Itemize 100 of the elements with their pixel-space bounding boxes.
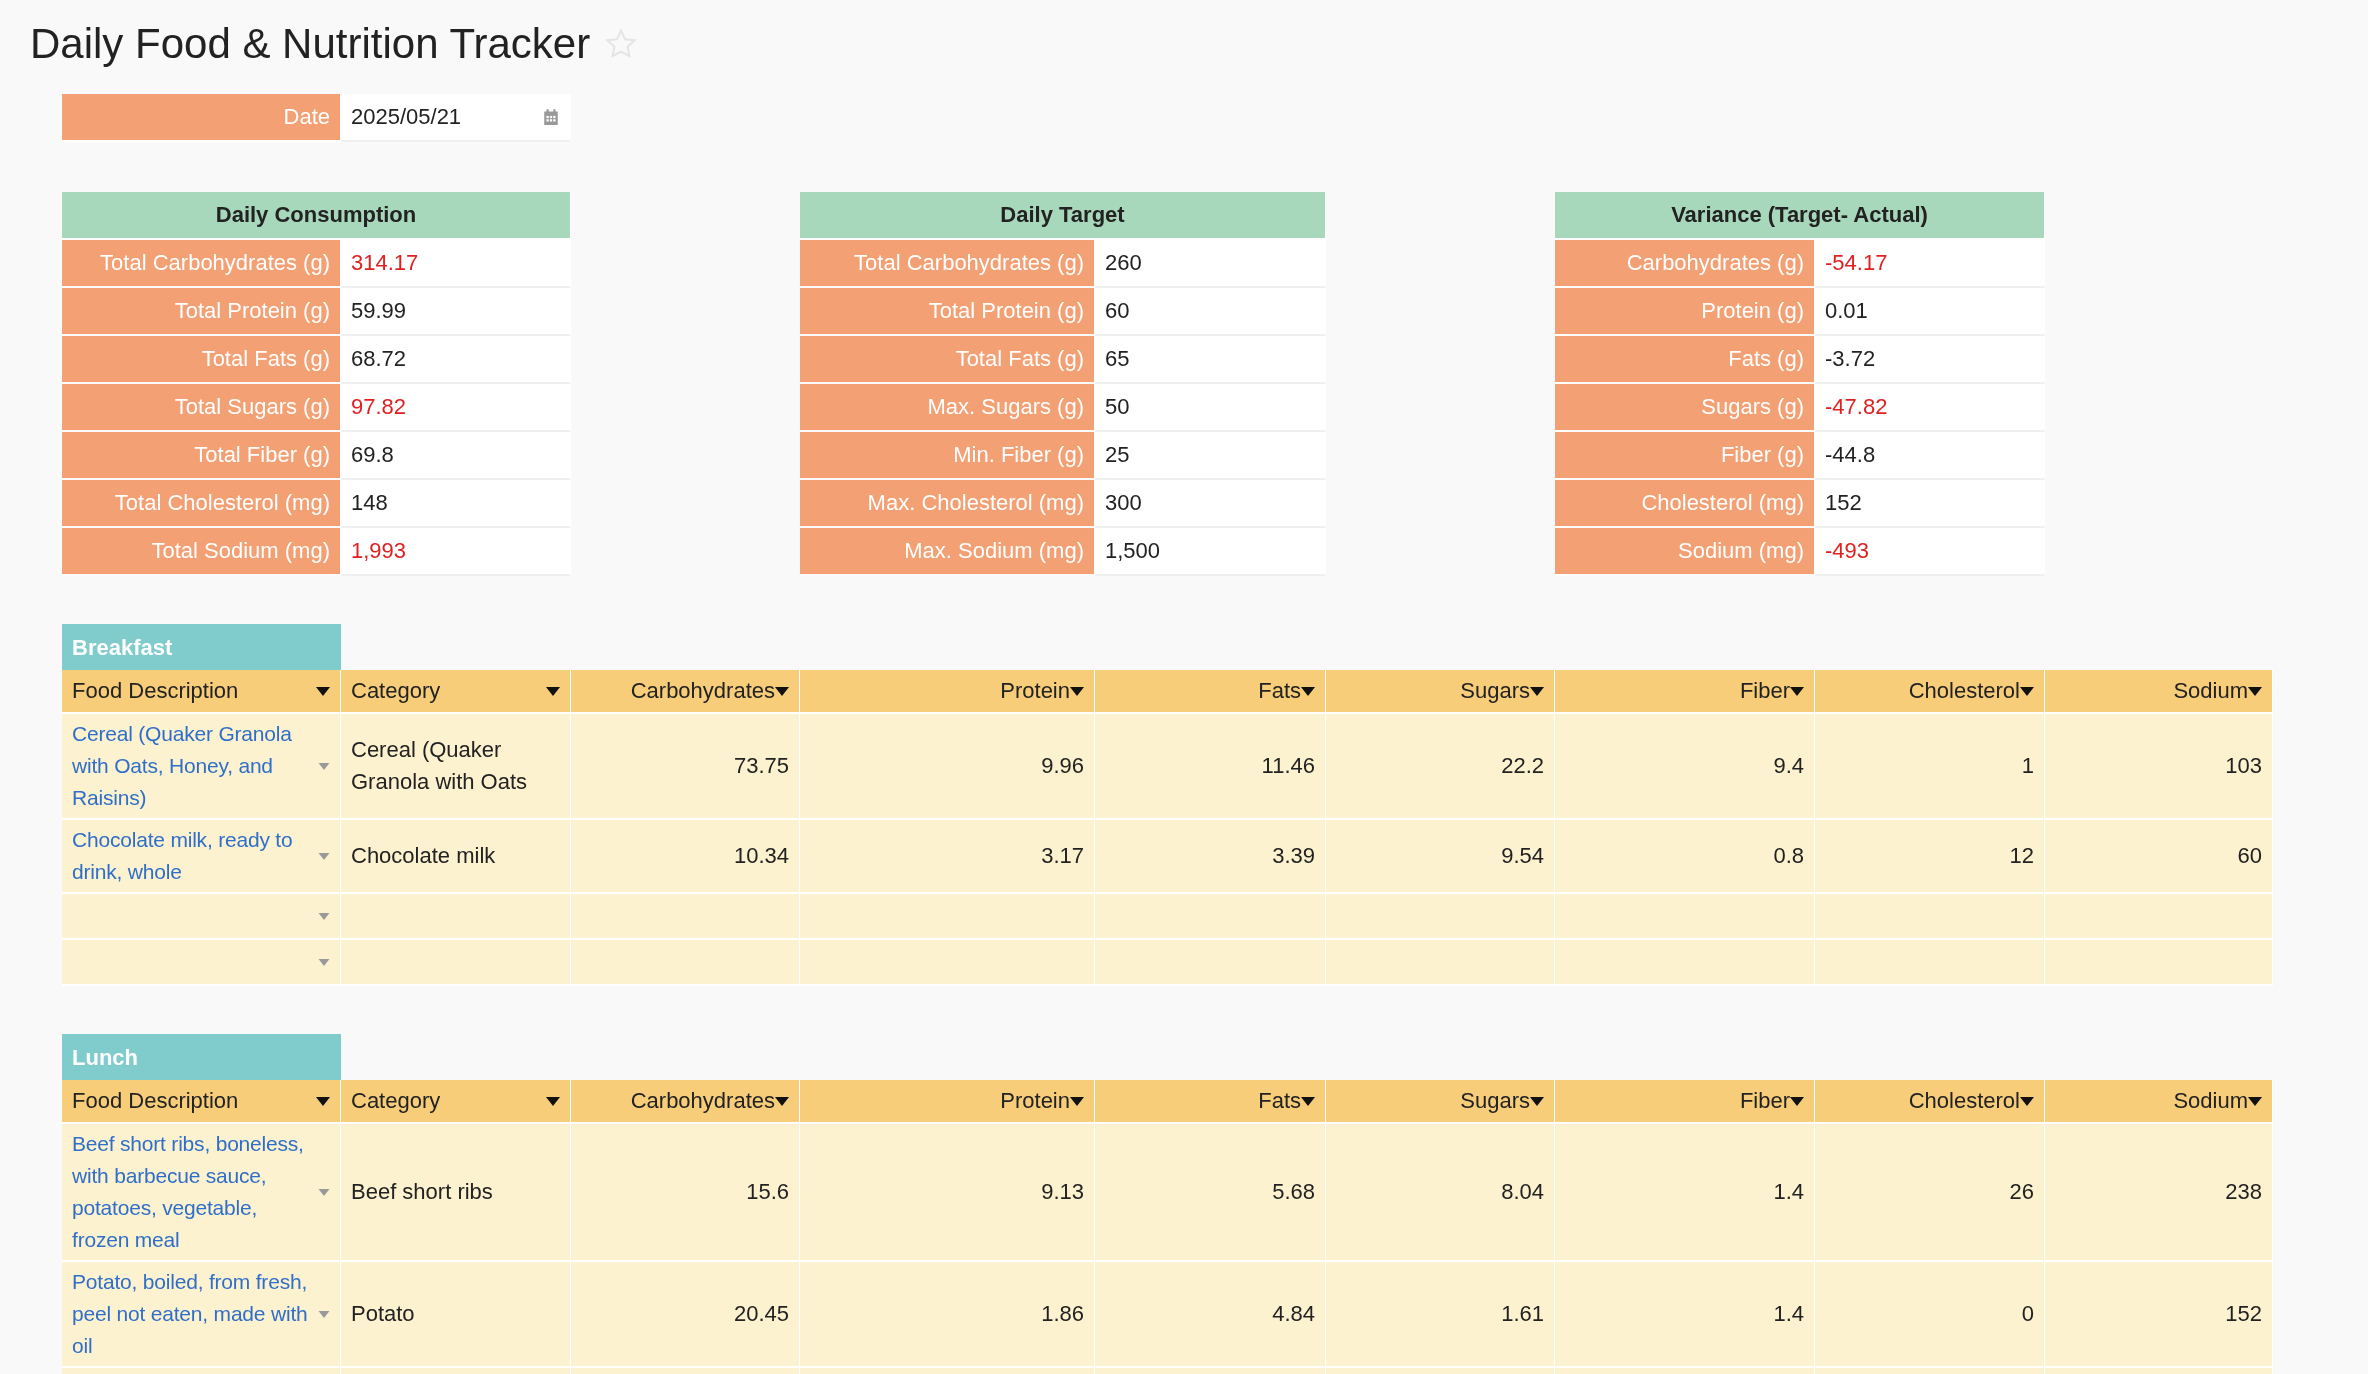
table-header: Daily Target [800, 192, 1326, 240]
table-cell: 9.96 [800, 714, 1095, 820]
value-cell: 1,500 [1095, 528, 1326, 576]
caret-icon [318, 912, 330, 920]
table-cell: Beef short ribs [341, 1124, 571, 1262]
caret-icon [1790, 1096, 1804, 1106]
row-label: Max. Cholesterol (mg) [800, 480, 1095, 528]
caret-icon [2248, 1096, 2262, 1106]
value-cell: 260 [1095, 240, 1326, 288]
caret-icon [318, 852, 330, 860]
column-header[interactable]: Food Description [62, 670, 341, 714]
table-cell: 3.17 [800, 820, 1095, 894]
value-cell: -47.82 [1815, 384, 2045, 432]
value-cell: -54.17 [1815, 240, 2045, 288]
caret-icon [1070, 686, 1084, 696]
row-label: Total Cholesterol (mg) [62, 480, 341, 528]
column-header[interactable]: Carbohydrates [571, 670, 800, 714]
dropdown-cell[interactable]: Chocolate milk, ready to drink, whole [62, 820, 341, 894]
table-cell: 4.84 [1095, 1262, 1326, 1368]
caret-icon [316, 1096, 330, 1106]
row-label: Total Sodium (mg) [62, 528, 341, 576]
column-header[interactable]: Category [341, 1080, 571, 1124]
column-header[interactable]: Fiber [1555, 1080, 1815, 1124]
caret-icon [1301, 1096, 1315, 1106]
table-cell: 11.46 [1095, 714, 1326, 820]
row-label: Total Carbohydrates (g) [800, 240, 1095, 288]
row-label: Total Fiber (g) [62, 432, 341, 480]
dropdown-cell[interactable]: Cereal (Quaker Granola with Oats, Honey, and Raisins) [62, 714, 341, 820]
row-label: Max. Sugars (g) [800, 384, 1095, 432]
row-label: Min. Fiber (g) [800, 432, 1095, 480]
column-header[interactable]: Cholesterol [1815, 1080, 2045, 1124]
caret-icon [2020, 686, 2034, 696]
table-cell: 1.4 [1555, 1124, 1815, 1262]
caret-icon [1530, 1096, 1544, 1106]
value-cell: 300 [1095, 480, 1326, 528]
table-cell: 26 [1815, 1124, 2045, 1262]
value-cell: 152 [1815, 480, 2045, 528]
row-label: Total Fats (g) [800, 336, 1095, 384]
value-cell: 314.17 [341, 240, 571, 288]
column-header[interactable]: Sugars [1326, 670, 1555, 714]
table-cell: 1 [1815, 714, 2045, 820]
dropdown-cell[interactable] [62, 940, 341, 986]
column-header[interactable]: Fats [1095, 670, 1326, 714]
value-cell: 148 [341, 480, 571, 528]
caret-icon [318, 762, 330, 770]
dropdown-cell[interactable]: Beef short ribs, boneless, with barbecue sauce, potatoes, vegetable, frozen meal [62, 1124, 341, 1262]
dropdown-cell[interactable] [62, 894, 341, 940]
table-cell: 103 [2045, 714, 2273, 820]
table-cell: Chocolate milk [341, 820, 571, 894]
table-cell: 1.4 [1555, 1262, 1815, 1368]
caret-icon [775, 1096, 789, 1106]
row-label: Carbohydrates (g) [1555, 240, 1815, 288]
column-header[interactable]: Sugars [1326, 1080, 1555, 1124]
table-cell: 12 [1815, 820, 2045, 894]
column-header[interactable]: Fiber [1555, 670, 1815, 714]
column-header[interactable]: Carbohydrates [571, 1080, 800, 1124]
date-field[interactable]: 2025/05/21 [341, 94, 571, 142]
row-label: Fiber (g) [1555, 432, 1815, 480]
row-label: Cholesterol (mg) [1555, 480, 1815, 528]
row-label: Sugars (g) [1555, 384, 1815, 432]
table-cell: 22.2 [1326, 714, 1555, 820]
page-title: Daily Food & Nutrition Tracker [30, 18, 591, 69]
table-header: Variance (Target- Actual) [1555, 192, 2045, 240]
column-header[interactable]: Category [341, 670, 571, 714]
table-cell: 5.68 [1095, 1124, 1326, 1262]
table-cell: 60 [2045, 820, 2273, 894]
row-label: Total Protein (g) [800, 288, 1095, 336]
row-label: Total Protein (g) [62, 288, 341, 336]
column-header[interactable]: Cholesterol [1815, 670, 2045, 714]
calendar-icon [542, 108, 560, 126]
value-cell: 60 [1095, 288, 1326, 336]
table-cell: 8.04 [1326, 1124, 1555, 1262]
value-cell: 68.72 [341, 336, 571, 384]
table-cell: 9.13 [800, 1124, 1095, 1262]
table-cell: Potato [341, 1262, 571, 1368]
column-header[interactable]: Sodium [2045, 670, 2273, 714]
section-title: Breakfast [62, 624, 341, 670]
caret-icon [546, 1096, 560, 1106]
column-header[interactable]: Fats [1095, 1080, 1326, 1124]
table-cell: 0.8 [1555, 820, 1815, 894]
dropdown-cell[interactable]: Potato, boiled, from fresh, peel not eaten, made with oil [62, 1262, 341, 1368]
column-header[interactable]: Protein [800, 1080, 1095, 1124]
value-cell: 59.99 [341, 288, 571, 336]
table-cell: Cereal (Quaker Granola with Oats [341, 714, 571, 820]
table-header: Daily Consumption [62, 192, 571, 240]
row-label: Total Carbohydrates (g) [62, 240, 341, 288]
caret-icon [2248, 686, 2262, 696]
caret-icon [318, 958, 330, 966]
row-label: Sodium (mg) [1555, 528, 1815, 576]
row-label: Max. Sodium (mg) [800, 528, 1095, 576]
caret-icon [316, 686, 330, 696]
caret-icon [546, 686, 560, 696]
column-header[interactable]: Food Description [62, 1080, 341, 1124]
column-header[interactable]: Protein [800, 670, 1095, 714]
caret-icon [1530, 686, 1544, 696]
value-cell: 0.01 [1815, 288, 2045, 336]
row-label: Fats (g) [1555, 336, 1815, 384]
date-label: Date [62, 94, 341, 142]
column-header[interactable]: Sodium [2045, 1080, 2273, 1124]
table-cell: 9.4 [1555, 714, 1815, 820]
